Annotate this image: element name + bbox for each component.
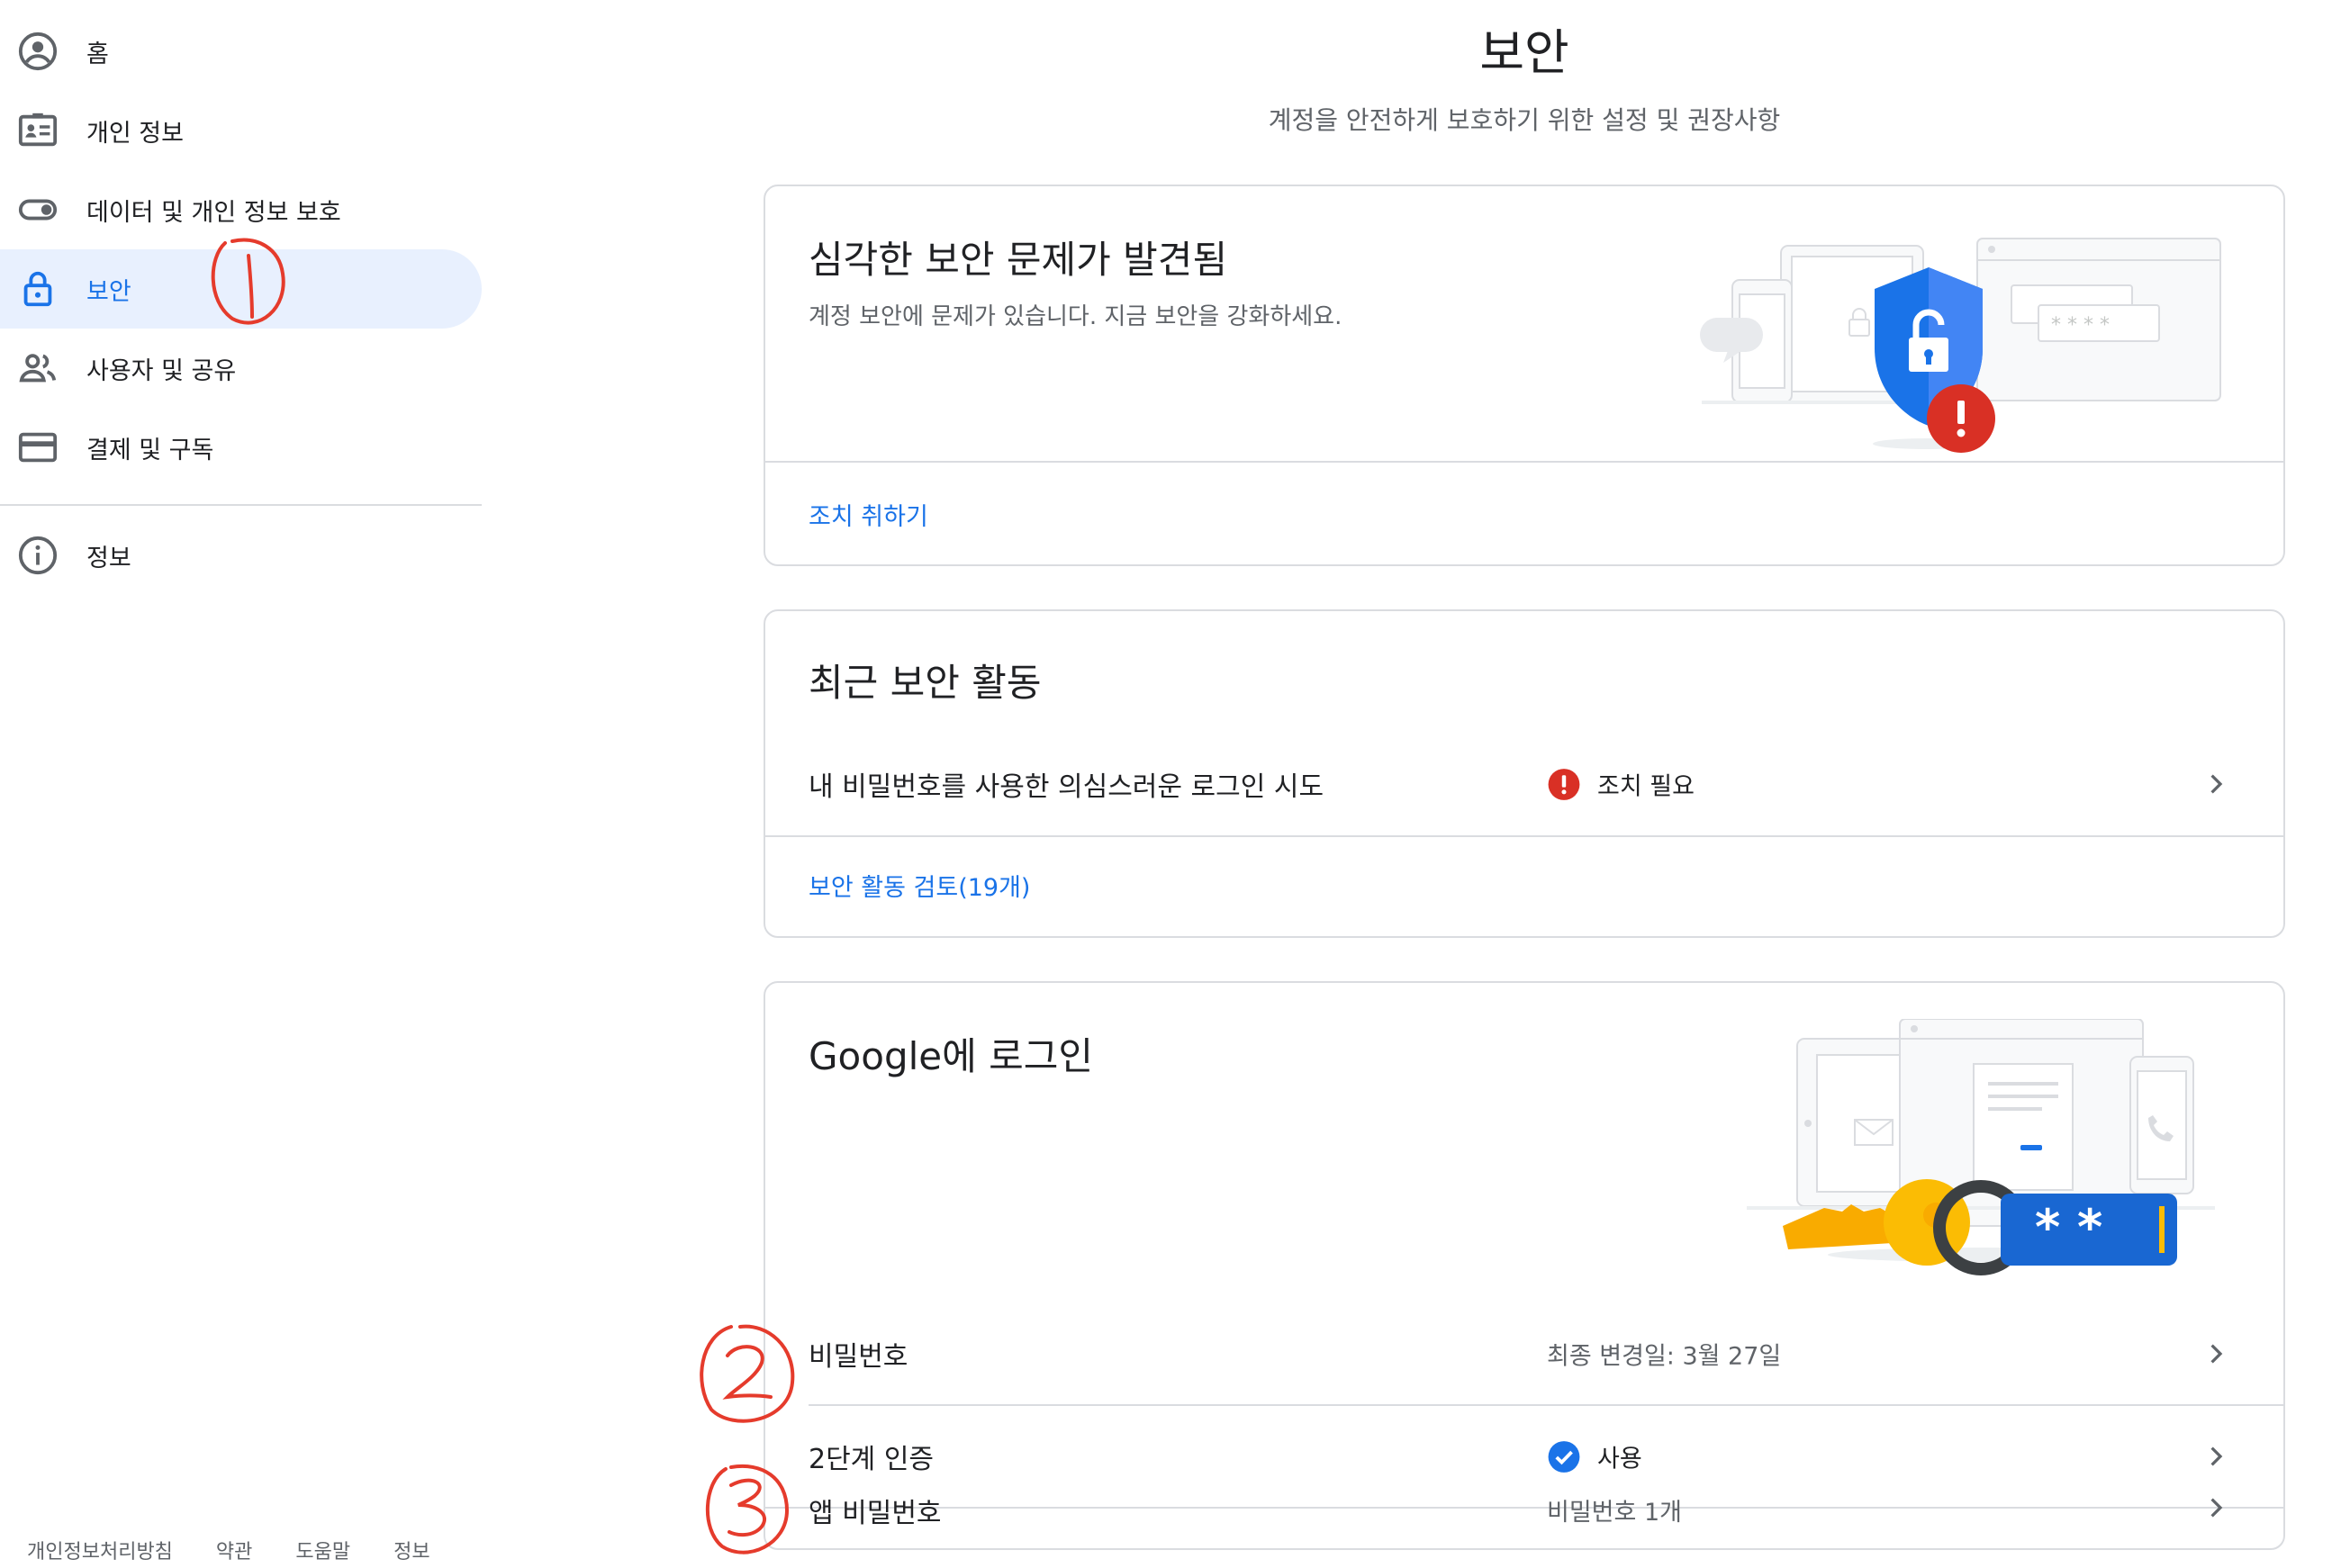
footer-privacy-link[interactable]: 개인정보처리방침 bbox=[27, 1536, 173, 1564]
check-circle-icon bbox=[1548, 1440, 1580, 1473]
sidebar-item-home[interactable]: 홈 bbox=[0, 12, 482, 91]
signin-illustration: * * bbox=[1747, 1019, 2215, 1275]
chevron-right-icon bbox=[2210, 1344, 2223, 1364]
annotation-marker-2 bbox=[700, 1324, 795, 1423]
two-step-verification-row[interactable]: 2단계 인증 사용 bbox=[765, 1406, 2283, 1507]
action-required-status: 조치 필요 bbox=[1547, 767, 1695, 802]
sidebar-item-label: 홈 bbox=[86, 40, 109, 68]
security-issue-description: 계정 보안에 문제가 있습니다. 지금 보안을 강화하세요. bbox=[809, 303, 1342, 330]
page-subtitle: 계정을 안전하게 보호하기 위한 설정 및 권장사항 bbox=[1268, 105, 1781, 135]
chevron-right-icon bbox=[2210, 774, 2223, 794]
footer-terms-link[interactable]: 약관 bbox=[216, 1536, 252, 1564]
app-passwords-label: 앱 비밀번호 bbox=[809, 1498, 942, 1529]
sidebar-item-label: 개인 정보 bbox=[86, 119, 184, 148]
lock-icon bbox=[16, 267, 59, 311]
password-mask: * * * * bbox=[2051, 314, 2110, 337]
signin-title: Google에 로그인 bbox=[809, 1034, 1094, 1078]
two-step-verification-value: 사용 bbox=[1597, 1445, 1642, 1473]
password-last-changed: 최종 변경일: 3월 27일 bbox=[1547, 1342, 1782, 1371]
account-circle-icon bbox=[16, 30, 59, 73]
annotation-marker-1 bbox=[211, 238, 285, 325]
suspicious-login-label: 내 비밀번호를 사용한 의심스러운 로그인 시도 bbox=[809, 771, 1324, 803]
sidebar-item-label: 정보 bbox=[86, 544, 131, 572]
chevron-right-icon bbox=[2210, 1498, 2223, 1518]
sidebar-item-label: 보안 bbox=[86, 277, 131, 306]
sidebar-item-about[interactable]: 정보 bbox=[0, 516, 482, 595]
two-step-verification-status: 사용 bbox=[1547, 1439, 1642, 1474]
toggle-icon bbox=[16, 188, 59, 231]
card-divider bbox=[765, 461, 2283, 463]
footer-help-link[interactable]: 도움말 bbox=[295, 1536, 350, 1564]
sidebar-item-label: 데이터 및 개인 정보 보호 bbox=[86, 198, 341, 227]
review-security-activity-link[interactable]: 보안 활동 검토(19개) bbox=[809, 868, 1030, 903]
app-passwords-count: 비밀번호 1개 bbox=[1547, 1499, 1682, 1527]
recent-activity-title: 최근 보안 활동 bbox=[809, 661, 1042, 705]
card-divider bbox=[765, 835, 2283, 837]
chevron-right-icon bbox=[2210, 1446, 2223, 1466]
footer-links: 개인정보처리방침 약관 도움말 정보 bbox=[27, 1536, 430, 1564]
security-issue-illustration: * * * * bbox=[1700, 238, 2221, 453]
take-action-link[interactable]: 조치 취하기 bbox=[809, 497, 928, 532]
sidebar-item-people-sharing[interactable]: 사용자 및 공유 bbox=[0, 329, 482, 408]
two-step-verification-label: 2단계 인증 bbox=[809, 1444, 935, 1475]
warning-icon bbox=[1548, 768, 1580, 800]
people-icon bbox=[16, 347, 59, 390]
sidebar-item-label: 결제 및 구독 bbox=[86, 436, 214, 464]
password-row[interactable]: 비밀번호 최종 변경일: 3월 27일 bbox=[765, 1303, 2283, 1404]
action-required-label: 조치 필요 bbox=[1597, 772, 1695, 801]
password-label: 비밀번호 bbox=[809, 1341, 908, 1373]
suspicious-login-row[interactable]: 내 비밀번호를 사용한 의심스러운 로그인 시도 조치 필요 bbox=[765, 734, 2283, 834]
annotation-marker-3 bbox=[705, 1464, 790, 1554]
page-title: 보안 bbox=[1479, 24, 1569, 81]
credit-card-icon bbox=[16, 426, 59, 469]
password-mask: * * bbox=[2035, 1199, 2102, 1256]
sidebar-divider bbox=[0, 504, 482, 506]
recent-activity-card: 최근 보안 활동 내 비밀번호를 사용한 의심스러운 로그인 시도 조치 필요 … bbox=[764, 609, 2285, 938]
app-passwords-row[interactable]: 앱 비밀번호 비밀번호 1개 bbox=[765, 1498, 2283, 1550]
id-card-icon bbox=[16, 109, 59, 152]
footer-about-link[interactable]: 정보 bbox=[393, 1536, 429, 1564]
security-issue-title: 심각한 보안 문제가 발견됨 bbox=[809, 238, 1228, 282]
sidebar-item-payments[interactable]: 결제 및 구독 bbox=[0, 408, 482, 487]
security-issue-card: 심각한 보안 문제가 발견됨 계정 보안에 문제가 있습니다. 지금 보안을 강… bbox=[764, 185, 2285, 566]
sidebar-item-personal-info[interactable]: 개인 정보 bbox=[0, 91, 482, 170]
signin-card: Google에 로그인 * * 비밀번호 최종 변경일: 3월 27일 2단계 … bbox=[764, 981, 2285, 1550]
info-icon bbox=[16, 534, 59, 577]
sidebar-item-label: 사용자 및 공유 bbox=[86, 356, 237, 385]
